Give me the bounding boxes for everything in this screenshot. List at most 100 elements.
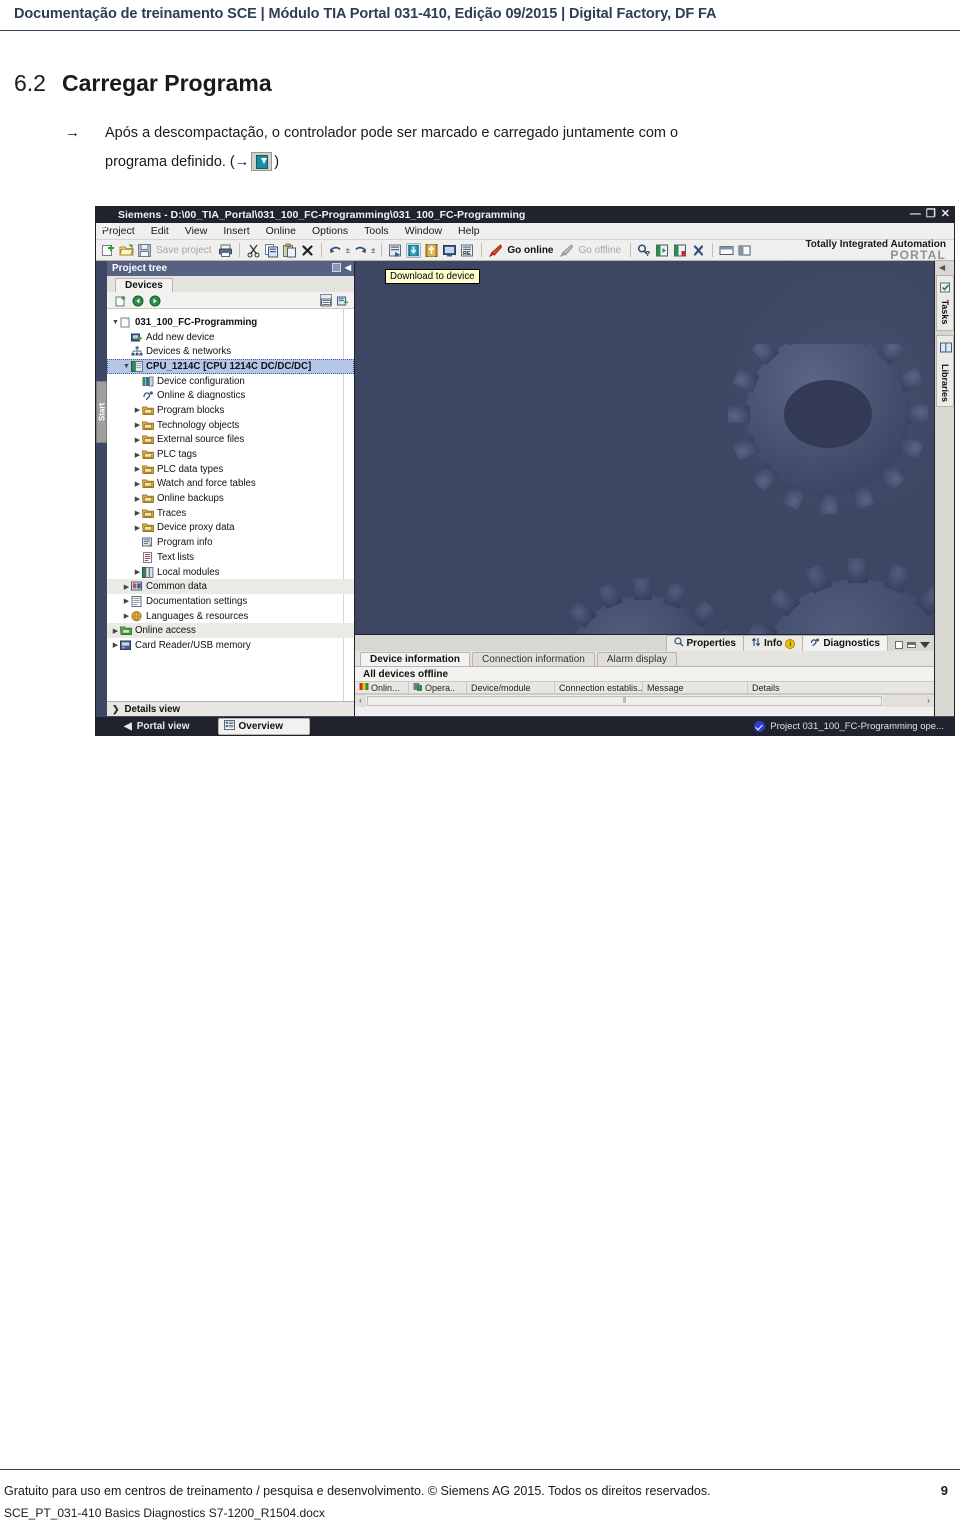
navigate-forward-icon[interactable] <box>149 294 161 307</box>
expander-collapsed-icon[interactable]: ▶ <box>133 568 142 576</box>
tree-item-text-lists[interactable]: Text lists <box>107 550 354 565</box>
menu-item-online[interactable]: Online <box>266 225 296 237</box>
compile-icon[interactable] <box>388 243 403 258</box>
expander-collapsed-icon[interactable]: ▶ <box>122 612 131 620</box>
column-message[interactable]: Message <box>643 681 748 694</box>
tab-diagnostics[interactable]: Diagnostics <box>802 635 888 651</box>
work-area[interactable]: Download to device Properties Info i Dia… <box>355 261 934 716</box>
redo-icon[interactable] <box>353 243 368 258</box>
tree-item-device-proxy-data[interactable]: ▶ Device proxy data <box>107 521 354 536</box>
tab-info[interactable]: Info i <box>742 635 804 651</box>
tree-item-documentation-settings[interactable]: ▶ Documentation settings <box>107 594 354 609</box>
expander-collapsed-icon[interactable]: ▶ <box>133 509 142 517</box>
menu-item-window[interactable]: Window <box>405 225 442 237</box>
tree-item-cpu-1214c-cpu-1214c-dc-dc-dc[interactable]: ▼ CPU_1214C [CPU 1214C DC/DC/DC] <box>107 359 354 374</box>
start-simulation-icon[interactable] <box>442 243 457 258</box>
rail-tab-libraries[interactable]: Libraries <box>936 335 954 407</box>
tree-item-traces[interactable]: ▶ Traces <box>107 506 354 521</box>
column-online-status[interactable]: Onlin... <box>355 681 409 694</box>
tree-item-program-info[interactable]: i Program info <box>107 535 354 550</box>
undo-dropdown-icon[interactable]: ± <box>346 246 350 255</box>
expander-collapsed-icon[interactable]: ▶ <box>133 421 142 429</box>
open-project-icon[interactable] <box>119 243 134 258</box>
split-vertical-icon[interactable] <box>737 243 752 258</box>
menu-item-edit[interactable]: Edit <box>151 225 169 237</box>
grid-view-icon[interactable] <box>320 294 332 307</box>
go-offline-icon[interactable] <box>559 243 574 258</box>
inspector-window-controls[interactable] <box>895 641 930 651</box>
tree-item-031-100-fc-programming[interactable]: ▼ 031_100_FC-Programming <box>107 315 354 330</box>
column-device-module[interactable]: Device/module <box>467 681 555 694</box>
rail-tab-tasks[interactable]: Tasks <box>936 275 954 331</box>
menu-item-help[interactable]: Help <box>458 225 480 237</box>
collapse-right-icon[interactable]: ◀ <box>939 263 945 272</box>
menu-item-insert[interactable]: Insert <box>223 225 249 237</box>
overview-button[interactable]: Overview <box>217 717 310 735</box>
portal-view-button[interactable]: ◀ Portal view <box>124 721 190 732</box>
tree-item-external-source-files[interactable]: ▶ External source files <box>107 433 354 448</box>
menu-item-tools[interactable]: Tools <box>364 225 389 237</box>
column-operating-mode[interactable]: Opera.. <box>409 681 467 694</box>
inspector-dropdown-icon[interactable] <box>920 642 930 648</box>
tree-item-watch-and-force-tables[interactable]: ▶ Watch and force tables <box>107 477 354 492</box>
tree-item-device-configuration[interactable]: Device configuration <box>107 374 354 389</box>
column-details[interactable]: Details <box>748 681 868 694</box>
expander-collapsed-icon[interactable]: ▶ <box>122 597 131 605</box>
delete-icon[interactable] <box>300 243 315 258</box>
tree-item-online-backups[interactable]: ▶ Online backups <box>107 491 354 506</box>
split-horizontal-icon[interactable] <box>719 243 734 258</box>
expander-collapsed-icon[interactable]: ▶ <box>133 436 142 444</box>
rail-tab-start[interactable]: Start <box>96 381 107 443</box>
subtab-connection-information[interactable]: Connection information <box>472 652 595 666</box>
details-view-toggle[interactable]: ❯ Details view <box>107 701 354 716</box>
tree-item-online-diagnostics[interactable]: Online & diagnostics <box>107 388 354 403</box>
pin-icon[interactable] <box>331 263 341 272</box>
minimize-inspector-icon[interactable] <box>907 642 916 648</box>
maximize-button[interactable]: ❐ <box>926 208 936 220</box>
tree-item-online-access[interactable]: ▶ Online access <box>107 623 354 639</box>
copy-icon[interactable] <box>264 243 279 258</box>
menu-item-view[interactable]: View <box>185 225 208 237</box>
scroll-left-arrow-icon[interactable]: ‹ <box>355 694 366 707</box>
expander-collapsed-icon[interactable]: ▶ <box>133 480 142 488</box>
expander-collapsed-icon[interactable]: ▶ <box>133 465 142 473</box>
tab-devices[interactable]: Devices <box>115 278 173 292</box>
save-project-icon[interactable] <box>137 243 152 258</box>
show-hide-left-pane-icon[interactable] <box>655 243 670 258</box>
new-folder-icon[interactable] <box>115 294 127 307</box>
restore-inspector-icon[interactable] <box>895 641 903 649</box>
navigate-back-icon[interactable] <box>132 294 144 307</box>
undo-icon[interactable] <box>328 243 343 258</box>
window-controls[interactable]: — ❐ ✕ <box>910 208 950 220</box>
tree-item-program-blocks[interactable]: ▶ Program blocks <box>107 403 354 418</box>
collapse-left-icon[interactable]: ◀ <box>345 263 351 272</box>
expander-collapsed-icon[interactable]: ▶ <box>122 583 131 591</box>
project-tree-pin-controls[interactable]: ◀ <box>331 263 351 272</box>
tree-item-local-modules[interactable]: ▶ Local modules <box>107 565 354 580</box>
subtab-alarm-display[interactable]: Alarm display <box>596 652 677 666</box>
tree-item-card-reader-usb-memory[interactable]: ▶ Card Reader/USB memory <box>107 638 354 653</box>
minimize-button[interactable]: — <box>910 208 921 220</box>
expander-collapsed-icon[interactable]: ▶ <box>133 406 142 414</box>
expander-collapsed-icon[interactable]: ▶ <box>111 627 120 635</box>
expander-collapsed-icon[interactable]: ▶ <box>133 524 142 532</box>
go-offline-label[interactable]: Go offline <box>578 245 621 256</box>
scroll-thumb[interactable]: ‖ <box>367 695 882 706</box>
expander-collapsed-icon[interactable]: ▶ <box>111 641 120 649</box>
upload-from-device-icon[interactable] <box>424 243 439 258</box>
go-online-label[interactable]: Go online <box>507 245 553 256</box>
print-icon[interactable] <box>218 243 233 258</box>
search-help-icon[interactable]: ? <box>637 243 652 258</box>
close-all-icon[interactable] <box>691 243 706 258</box>
redo-dropdown-icon[interactable]: ± <box>371 246 375 255</box>
expander-collapsed-icon[interactable]: ▶ <box>133 451 142 459</box>
diagnostics-horizontal-scrollbar[interactable]: ‹ ‖ › <box>355 694 934 707</box>
tree-item-plc-tags[interactable]: ▶ PLC tags <box>107 447 354 462</box>
tree-item-common-data[interactable]: ▶ Common data <box>107 579 354 595</box>
show-hide-right-pane-icon[interactable] <box>673 243 688 258</box>
expander-expanded-icon[interactable]: ▼ <box>111 319 120 326</box>
cut-icon[interactable] <box>246 243 261 258</box>
download-to-device-toolbar-icon[interactable] <box>406 242 422 258</box>
new-project-icon[interactable] <box>101 243 116 258</box>
tree-item-add-new-device[interactable]: Add new device <box>107 330 354 345</box>
